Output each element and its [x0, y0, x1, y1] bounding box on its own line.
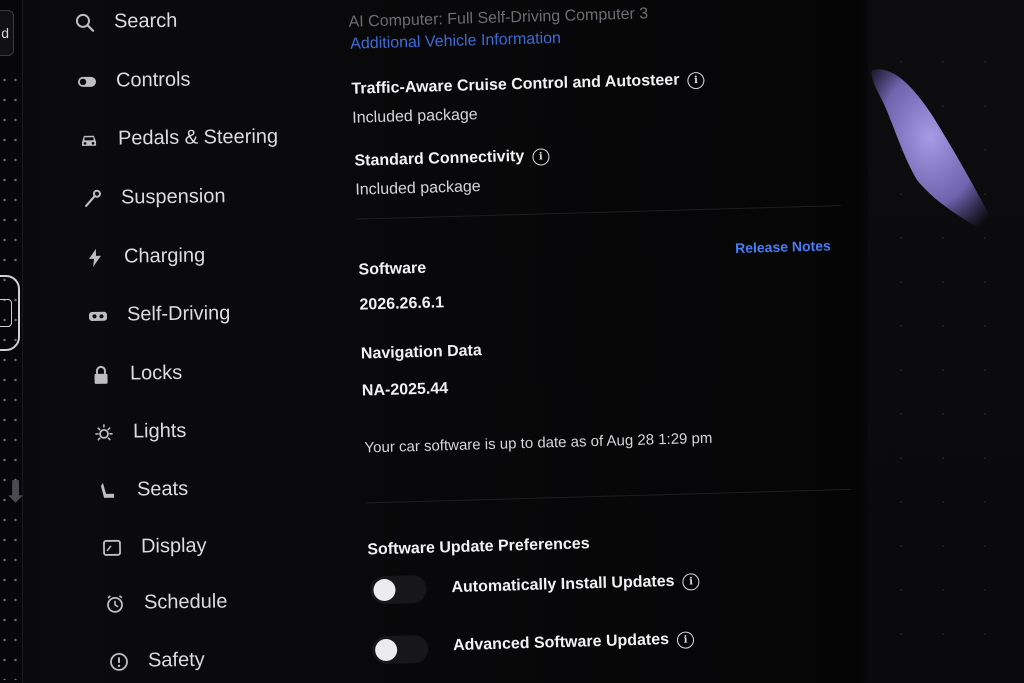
seat-icon	[97, 479, 119, 501]
alarm-clock-icon	[104, 592, 126, 614]
toggle-knob	[373, 578, 396, 602]
option-label-text: Automatically Install Updates	[451, 572, 675, 597]
toggle-knob	[374, 638, 398, 662]
tesla-settings-screen: d ⬇ Search Controls Pedals & Steering Su…	[0, 0, 1024, 683]
sidebar-item-label: Schedule	[143, 590, 228, 614]
package-title-connectivity: Standard Connectivity i	[354, 147, 550, 170]
sidebar-item-charging[interactable]: Charging	[84, 245, 205, 269]
software-status-text: Your car software is up to date as of Au…	[364, 429, 713, 457]
sidebar-item-seats[interactable]: Seats	[97, 478, 188, 502]
search-icon	[74, 11, 96, 33]
option-label-text: Advanced Software Updates	[452, 631, 670, 655]
info-icon[interactable]: i	[687, 71, 705, 90]
sidebar-item-label: Search	[113, 9, 178, 33]
package-status-connectivity: Included package	[355, 178, 481, 199]
sidebar-item-label: Safety	[147, 648, 205, 672]
sidebar-item-label: Locks	[129, 361, 183, 385]
sun-icon	[93, 421, 115, 443]
sidebar-item-schedule[interactable]: Schedule	[104, 590, 228, 615]
info-icon[interactable]: i	[676, 631, 695, 649]
software-version: 2026.26.6.1	[359, 294, 445, 314]
sidebar-item-label: Lights	[132, 419, 187, 443]
navigation-data-label: Navigation Data	[360, 342, 483, 363]
release-notes-link[interactable]: Release Notes	[735, 237, 831, 256]
info-icon[interactable]: i	[532, 148, 550, 166]
sidebar-item-label: Charging	[123, 244, 206, 268]
lightning-bolt-icon	[84, 246, 106, 268]
car-icon	[78, 128, 100, 150]
software-label: Software	[358, 259, 427, 279]
navigation-data-version: NA-2025.44	[361, 380, 449, 400]
package-title-text: Traffic-Aware Cruise Control and Autoste…	[351, 71, 680, 98]
package-status-autosteer: Included package	[352, 106, 478, 127]
settings-sidebar: Search Controls Pedals & Steering Suspen…	[0, 0, 330, 683]
toggle-icon	[76, 70, 98, 92]
lock-icon	[90, 363, 112, 385]
sidebar-item-safety[interactable]: Safety	[108, 649, 205, 673]
sidebar-item-suspension[interactable]: Suspension	[81, 185, 226, 210]
sidebar-item-pedals-steering[interactable]: Pedals & Steering	[78, 126, 278, 151]
sidebar-item-label: Pedals & Steering	[117, 125, 279, 150]
package-title-autosteer: Traffic-Aware Cruise Control and Autoste…	[351, 71, 705, 99]
sidebar-item-search[interactable]: Search	[74, 10, 178, 34]
steering-wheel-icon	[87, 304, 109, 326]
sidebar-item-locks[interactable]: Locks	[90, 362, 183, 386]
sidebar-item-lights[interactable]: Lights	[93, 420, 187, 444]
sidebar-item-label: Display	[140, 534, 207, 558]
section-divider	[356, 205, 841, 220]
sidebar-item-label: Self-Driving	[126, 302, 231, 326]
sidebar-item-label: Seats	[136, 477, 189, 501]
sidebar-item-self-driving[interactable]: Self-Driving	[87, 302, 231, 327]
auto-install-updates-toggle[interactable]	[370, 574, 427, 605]
advanced-software-updates-label: Advanced Software Updates i	[452, 630, 695, 655]
software-update-preferences-title: Software Update Preferences	[367, 535, 590, 559]
advanced-software-updates-toggle[interactable]	[371, 634, 429, 665]
wrench-icon	[81, 187, 103, 209]
computer-info-line: AI Computer: Full Self-Driving Computer …	[348, 5, 649, 31]
auto-install-updates-label: Automatically Install Updates i	[451, 572, 700, 597]
additional-vehicle-info-link[interactable]: Additional Vehicle Information	[350, 30, 561, 54]
sidebar-item-label: Suspension	[120, 185, 226, 209]
section-divider	[366, 488, 851, 504]
software-settings-panel: AI Computer: Full Self-Driving Computer …	[340, 0, 879, 683]
sidebar-item-display[interactable]: Display	[101, 535, 207, 559]
display-icon	[101, 536, 123, 558]
sidebar-item-controls[interactable]: Controls	[76, 69, 191, 93]
info-icon[interactable]: i	[682, 573, 700, 591]
package-title-text: Standard Connectivity	[354, 147, 525, 170]
alert-circle-icon	[108, 650, 130, 672]
screen-glare-reflection	[871, 69, 1002, 240]
sidebar-item-label: Controls	[115, 68, 191, 92]
